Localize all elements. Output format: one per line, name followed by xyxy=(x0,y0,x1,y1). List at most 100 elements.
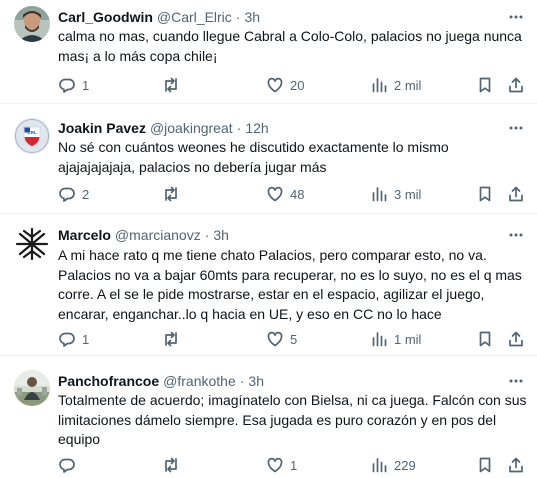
reply-icon xyxy=(59,332,75,347)
tweet-text-line: No sé con cuántos weones he discutido ex… xyxy=(58,139,449,155)
bookmark-button[interactable] xyxy=(476,75,494,95)
timestamp[interactable]: 3h xyxy=(244,7,260,27)
timestamp[interactable]: 12h xyxy=(245,118,268,138)
author-handle[interactable]: @joakingreat xyxy=(150,118,233,138)
views-icon xyxy=(372,332,387,347)
action-bar: 1 229 xyxy=(58,455,528,475)
more-icon[interactable] xyxy=(506,371,526,391)
like-button[interactable]: 5 xyxy=(266,329,297,349)
tweet-text-line: A mi hace rato q me tiene chato Palacios… xyxy=(58,247,487,263)
tweet-text: A mi hace rato q me tiene chato Palacios… xyxy=(58,246,528,324)
views-icon xyxy=(372,78,387,93)
reply-button[interactable] xyxy=(58,455,82,475)
views-count: 1 mil xyxy=(394,331,422,347)
views-icon xyxy=(372,458,387,473)
retweet-button[interactable] xyxy=(162,184,186,204)
more-icon[interactable] xyxy=(506,225,526,245)
views-count: 3 mil xyxy=(394,186,422,202)
avatar[interactable] xyxy=(14,6,50,42)
avatar[interactable]: CRL xyxy=(14,118,50,154)
timestamp[interactable]: 3h xyxy=(213,225,229,245)
reply-count: 2 xyxy=(82,186,90,202)
tweet-text: No sé con cuántos weones he discutido ex… xyxy=(58,138,528,177)
views-button[interactable]: 1 mil xyxy=(370,329,421,349)
reply-button[interactable]: 1 xyxy=(58,329,89,349)
author-handle[interactable]: @Carl_Elric xyxy=(157,7,232,27)
tweet-header: Carl_Goodwin @Carl_Elric · 3h xyxy=(58,7,260,27)
share-button[interactable] xyxy=(507,455,525,475)
tweet-text-line: corre. A el se le pide mostrarse, estar … xyxy=(58,286,485,302)
views-button[interactable]: 3 mil xyxy=(370,184,421,204)
bookmark-button[interactable] xyxy=(476,329,494,349)
reply-count: 1 xyxy=(82,331,90,347)
share-button[interactable] xyxy=(507,184,525,204)
tweet-text: calma no mas, cuando llegue Cabral a Col… xyxy=(58,27,528,66)
reply-button[interactable]: 2 xyxy=(58,184,89,204)
share-button[interactable] xyxy=(507,329,525,349)
views-count: 229 xyxy=(394,457,416,473)
tweet-text-line: mas¡ a lo más copa chile¡ xyxy=(58,47,218,64)
like-icon xyxy=(267,331,283,347)
reply-count: 1 xyxy=(82,77,90,93)
tweet-text-line: encarar, enganchar..lo q hacia en UE, y … xyxy=(58,305,442,322)
share-icon xyxy=(509,77,523,93)
like-button[interactable]: 20 xyxy=(266,75,304,95)
separator-dot: · xyxy=(235,9,241,25)
avatar[interactable] xyxy=(14,226,50,262)
tweet-text-line: equipo xyxy=(58,431,101,447)
reply-button[interactable]: 1 xyxy=(58,75,89,95)
tweet-header: Joakin Pavez @joakingreat · 12h xyxy=(58,118,269,138)
action-bar: 1 20 2 mil xyxy=(58,75,528,95)
bookmark-icon xyxy=(479,186,491,202)
retweet-icon xyxy=(165,457,177,473)
separator-dot: · xyxy=(204,227,210,243)
tweet-header: Panchofrancoe @frankothe · 3h xyxy=(58,371,264,391)
author-name[interactable]: Marcelo xyxy=(58,225,111,245)
more-icon[interactable] xyxy=(506,118,526,138)
like-count: 5 xyxy=(290,331,298,347)
like-count: 20 xyxy=(290,77,305,93)
action-bar: 1 5 1 mil xyxy=(58,329,528,349)
like-button[interactable]: 1 xyxy=(266,455,297,475)
action-bar: 2 48 3 mil xyxy=(58,184,528,204)
like-icon xyxy=(267,77,283,93)
like-count: 1 xyxy=(290,457,298,473)
tweet-text-line: limitaciones dámelo siempre. Esa jugada … xyxy=(58,411,497,428)
like-button[interactable]: 48 xyxy=(266,184,304,204)
share-icon xyxy=(509,457,523,473)
bookmark-icon xyxy=(479,331,491,347)
reply-icon xyxy=(59,458,75,473)
retweet-button[interactable] xyxy=(162,329,186,349)
share-icon xyxy=(509,186,523,202)
bookmark-button[interactable] xyxy=(476,184,494,204)
tweet-marcelo[interactable]: Marcelo @marcianovz · 3h A mi hace rato … xyxy=(0,214,537,354)
share-button[interactable] xyxy=(507,75,525,95)
author-name[interactable]: Carl_Goodwin xyxy=(58,7,153,27)
bookmark-button[interactable] xyxy=(476,455,494,475)
author-name[interactable]: Panchofrancoe xyxy=(58,371,159,391)
reply-icon xyxy=(59,78,75,93)
avatar[interactable] xyxy=(14,370,50,406)
author-handle[interactable]: @marcianovz xyxy=(115,225,201,245)
author-handle[interactable]: @frankothe xyxy=(163,371,236,391)
more-icon[interactable] xyxy=(506,7,526,27)
timestamp[interactable]: 3h xyxy=(248,371,264,391)
views-button[interactable]: 2 mil xyxy=(370,75,421,95)
tweet-text-line: Palacios no va a bajar 60mts para recupe… xyxy=(58,266,522,283)
views-count: 2 mil xyxy=(394,77,422,93)
views-button[interactable]: 229 xyxy=(370,455,416,475)
tweet-text-line: calma no mas, cuando llegue Cabral a Col… xyxy=(58,28,522,44)
reply-icon xyxy=(59,187,75,202)
tweet-panchofrancoe[interactable]: Panchofrancoe @frankothe · 3h Totalmente… xyxy=(0,356,537,478)
retweet-button[interactable] xyxy=(162,75,186,95)
retweet-icon xyxy=(165,77,177,93)
tweet-carl-goodwin[interactable]: Carl_Goodwin @Carl_Elric · 3h calma no m… xyxy=(0,0,537,102)
retweet-button[interactable] xyxy=(162,455,186,475)
bookmark-icon xyxy=(479,457,491,473)
author-name[interactable]: Joakin Pavez xyxy=(58,118,146,138)
tweet-joakin-pavez[interactable]: CRL Joakin Pavez @joakingreat · 12h No s… xyxy=(0,104,537,212)
like-icon xyxy=(267,186,283,202)
retweet-icon xyxy=(165,186,177,202)
separator-dot: · xyxy=(236,120,242,136)
like-count: 48 xyxy=(290,186,305,202)
